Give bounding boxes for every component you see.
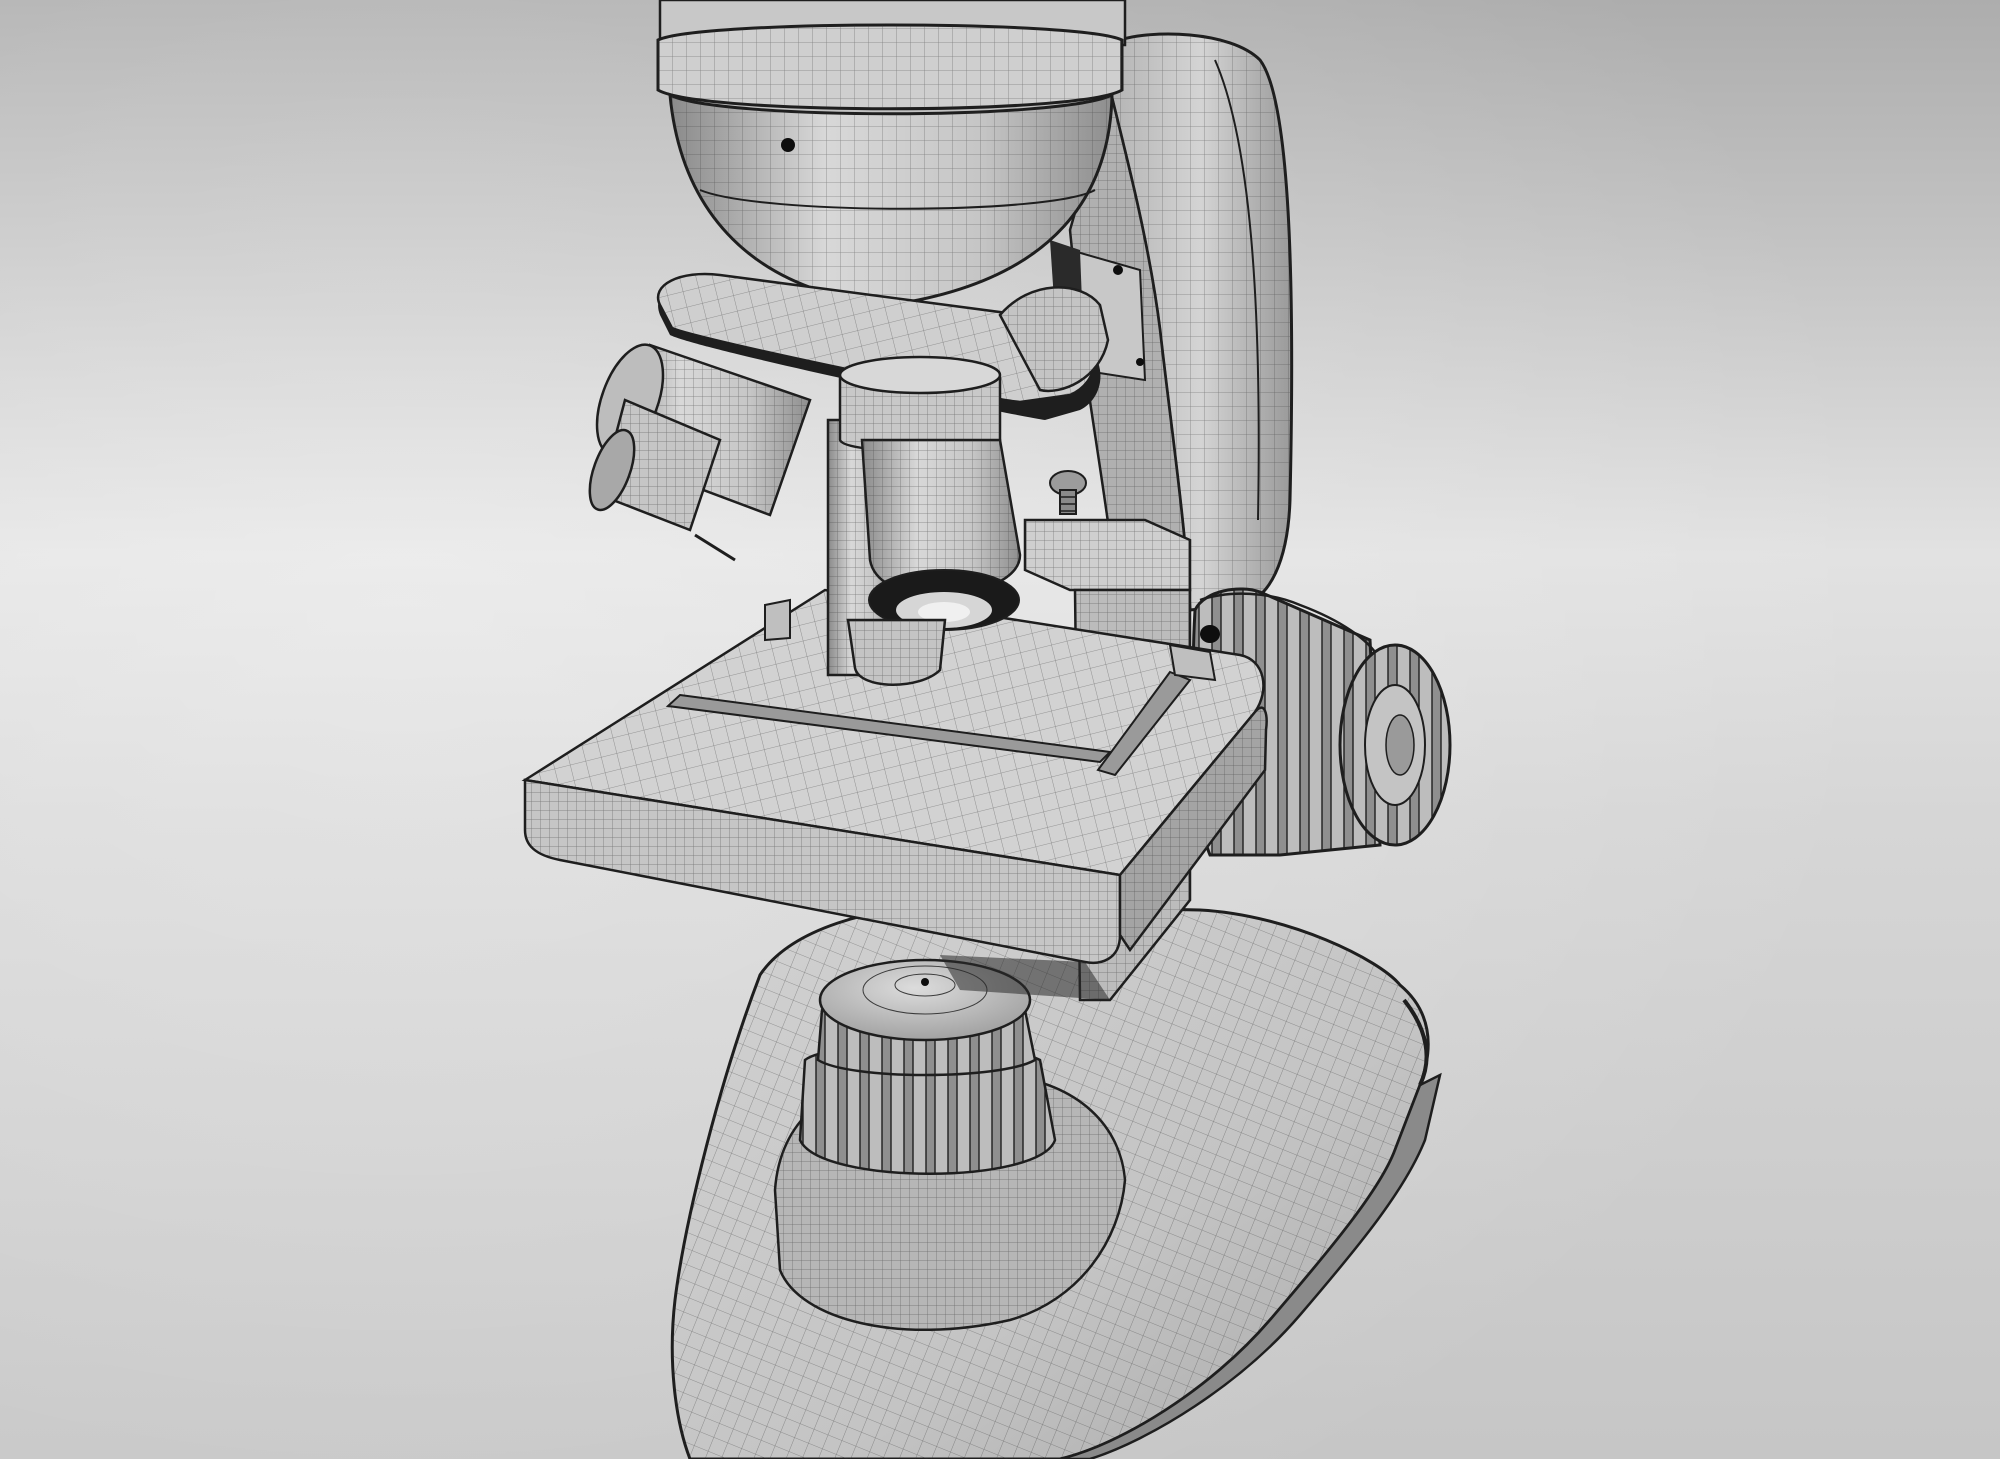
microscope-render [0,0,2000,1459]
